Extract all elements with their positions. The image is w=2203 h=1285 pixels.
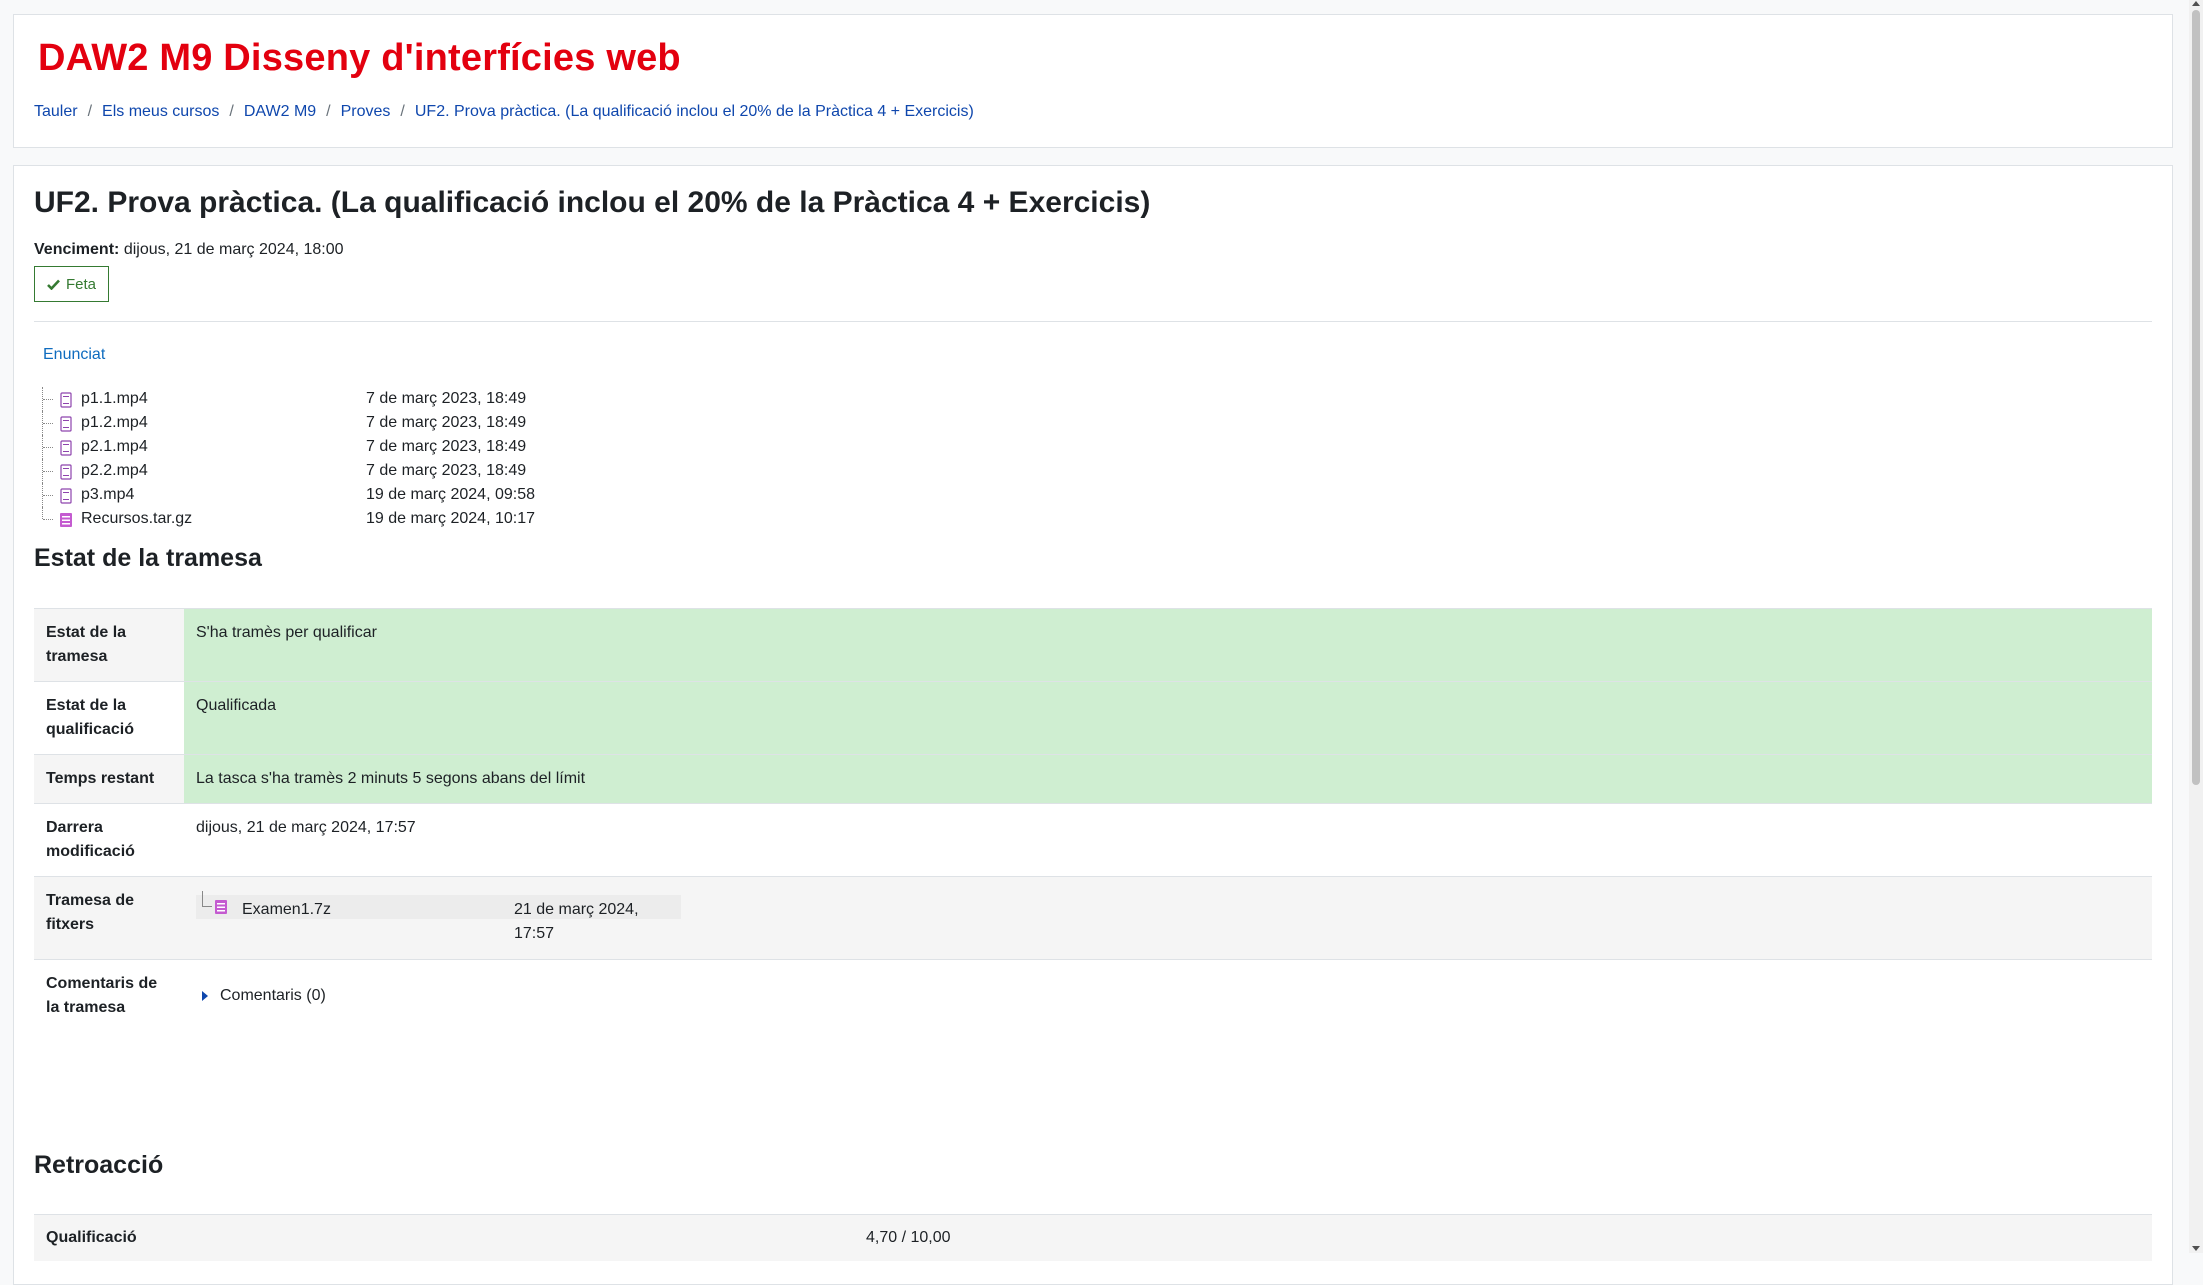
vertical-scrollbar[interactable] [2189, 0, 2203, 1253]
table-row: Estat de la qualificació Qualificada [34, 681, 2152, 755]
grading-status-value: Qualificada [184, 681, 2152, 755]
caret-right-icon [202, 991, 208, 1001]
completion-badge-label: Feta [65, 275, 96, 293]
file-link[interactable]: Recursos.tar.gz [81, 510, 192, 528]
tree-branch [202, 891, 212, 907]
grade-label: Qualificació [46, 1229, 137, 1246]
breadcrumb: Tauler / Els meus cursos / DAW2 M9 / Pro… [34, 103, 974, 121]
file-link[interactable]: p2.2.mp4 [81, 462, 148, 480]
course-title: DAW2 M9 Disseny d'interfícies web [38, 37, 681, 79]
page-header: DAW2 M9 Disseny d'interfícies web Tauler… [13, 14, 2173, 148]
tree-branch [42, 459, 56, 483]
breadcrumb-separator: / [87, 103, 93, 120]
video-file-icon [60, 464, 72, 480]
comments-toggle[interactable]: Comentaris (0) [196, 984, 326, 1008]
intro-folder-link[interactable]: Enunciat [43, 346, 105, 364]
file-date: 7 de març 2023, 18:49 [366, 438, 527, 455]
submitted-file: Examen1.7z 21 de març 2024, 17:57 [196, 891, 681, 942]
row-label: Estat de la qualificació [46, 697, 135, 738]
row-label: Comentaris de la tramesa [46, 975, 158, 1016]
video-file-icon [60, 392, 72, 408]
due-date-value: dijous, 21 de març 2024, 18:00 [123, 241, 344, 258]
tree-branch [42, 435, 56, 459]
breadcrumb-item-my-courses[interactable]: Els meus cursos [102, 103, 219, 121]
table-row: Comentaris de la tramesa Comentaris (0) [34, 959, 2152, 1033]
row-label: Tramesa de fitxers [34, 876, 184, 960]
table-row: Qualificació 4,70 / 10,00 [34, 1214, 2152, 1261]
check-icon [47, 279, 60, 290]
grade-value: 4,70 / 10,00 [866, 1229, 951, 1246]
file-date: 19 de març 2024, 09:58 [366, 486, 536, 503]
video-file-icon [60, 488, 72, 504]
table-row: Tramesa de fitxers Examen1.7z 21 de març… [34, 876, 2152, 960]
scroll-up-icon[interactable] [2192, 1, 2200, 6]
submitted-file-date: 21 de març 2024, 17:57 [514, 901, 639, 942]
breadcrumb-separator: / [229, 103, 234, 120]
archive-file-icon [215, 900, 227, 914]
page-title: UF2. Prova pràctica. (La qualificació in… [34, 186, 1151, 219]
file-link[interactable]: p1.2.mp4 [81, 414, 148, 432]
completion-badge: Feta [34, 266, 109, 302]
file-date: 7 de març 2023, 18:49 [366, 414, 527, 431]
row-label: Temps restant [34, 754, 184, 804]
submission-status-value: S'ha tramès per qualificar [184, 608, 2152, 682]
time-remaining-value: La tasca s'ha tramès 2 minuts 5 segons a… [184, 754, 2152, 804]
breadcrumb-item-section[interactable]: Proves [341, 103, 391, 121]
last-modified-value: dijous, 21 de març 2024, 17:57 [196, 819, 416, 836]
due-date-label: Venciment: [34, 241, 120, 258]
tree-branch [42, 483, 56, 507]
row-label: Estat de la tramesa [34, 608, 184, 682]
file-submission-value: Examen1.7z 21 de març 2024, 17:57 [184, 876, 2152, 960]
file-date: 7 de març 2023, 18:49 [366, 462, 527, 479]
file-link[interactable]: p1.1.mp4 [81, 390, 148, 408]
submission-status-table: Estat de la tramesa S'ha tramès per qual… [34, 608, 2152, 1032]
scroll-down-icon[interactable] [2192, 1246, 2200, 1251]
feedback-heading: Retroacció [34, 1151, 164, 1179]
file-link[interactable]: p3.mp4 [81, 486, 134, 504]
table-row: Darrera modificació dijous, 21 de març 2… [34, 803, 2152, 877]
breadcrumb-item-dashboard[interactable]: Tauler [34, 103, 78, 121]
main-content: UF2. Prova pràctica. (La qualificació in… [13, 165, 2173, 1285]
submitted-file-link[interactable]: Examen1.7z [242, 898, 331, 922]
due-date: Venciment: dijous, 21 de març 2024, 18:0… [34, 241, 344, 259]
file-link[interactable]: p2.1.mp4 [81, 438, 148, 456]
feedback-table: Qualificació 4,70 / 10,00 [34, 1214, 2152, 1261]
video-file-icon [60, 416, 72, 432]
table-row: Estat de la tramesa S'ha tramès per qual… [34, 608, 2152, 682]
video-file-icon [60, 440, 72, 456]
divider [34, 321, 2152, 322]
breadcrumb-separator: / [400, 103, 405, 120]
file-date: 7 de març 2023, 18:49 [366, 390, 527, 407]
row-label: Darrera modificació [46, 819, 135, 860]
tree-branch [42, 387, 56, 411]
scrollbar-thumb[interactable] [2192, 10, 2200, 785]
archive-file-icon [60, 513, 72, 527]
tree-branch [42, 411, 56, 435]
breadcrumb-item-assignment[interactable]: UF2. Prova pràctica. (La qualificació in… [415, 103, 974, 121]
breadcrumb-separator: / [326, 103, 331, 120]
submission-status-heading: Estat de la tramesa [34, 544, 262, 572]
file-date: 19 de març 2024, 10:17 [366, 510, 536, 527]
comments-toggle-label: Comentaris (0) [220, 987, 326, 1004]
breadcrumb-item-course[interactable]: DAW2 M9 [244, 103, 316, 121]
tree-branch [42, 507, 56, 520]
submission-comments-value: Comentaris (0) [184, 960, 2152, 1033]
table-row: Temps restant La tasca s'ha tramès 2 min… [34, 754, 2152, 804]
